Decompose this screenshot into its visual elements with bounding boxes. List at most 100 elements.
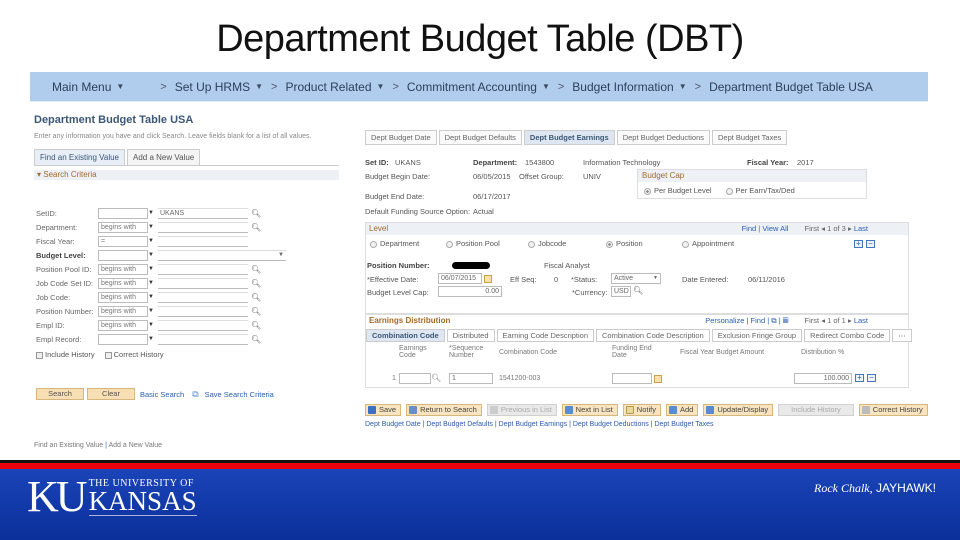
department-input[interactable] [158,221,248,233]
grid-tab-earning-code-description[interactable]: Earning Code Description [496,329,594,342]
tab-dept-budget-defaults[interactable]: Dept Budget Defaults [438,130,522,145]
include-history-checkbox[interactable]: Include History [36,350,95,359]
calendar-icon[interactable] [484,274,492,283]
breadcrumb-commitment-accounting[interactable]: Commitment Accounting ▼ [407,80,550,94]
level-position-radio[interactable]: Position [606,239,643,248]
position-number-operator-select[interactable]: begins with ▼ [98,305,154,317]
lookup-icon[interactable]: 🔍︎ [251,293,261,302]
lookup-icon[interactable]: 🔍︎ [251,321,261,330]
download-grid-icon[interactable]: ▦ [783,316,789,325]
job-code-setid-input[interactable] [158,277,248,289]
breadcrumb-set-up-hrms[interactable]: Set Up HRMS ▼ [175,80,263,94]
correct-history-checkbox[interactable]: Correct History [104,350,164,359]
currency-input[interactable]: USD [611,286,631,297]
level-first-link[interactable]: First [805,224,820,233]
empl-id-operator-select[interactable]: begins with ▼ [98,319,154,331]
level-jobcode-radio[interactable]: Jobcode [528,239,566,248]
previous-in-list-button[interactable]: Previous in List [486,404,557,416]
personalize-link[interactable]: Personalize [705,316,744,325]
budget-level-select[interactable]: ▼ [158,249,286,261]
include-history-button[interactable]: Include History [778,404,854,416]
correct-history-button[interactable]: Correct History [858,404,928,416]
tab-dept-budget-date[interactable]: Dept Budget Date [365,130,437,145]
status-select[interactable]: Active ▼ [611,273,661,284]
lookup-icon[interactable]: 🔍︎ [251,307,261,316]
delete-row-icon[interactable]: − [866,240,875,248]
per-budget-level-radio[interactable]: Per Budget Level [644,186,712,195]
position-pool-input[interactable] [158,263,248,275]
calendar-icon[interactable] [654,374,662,383]
level-appointment-radio[interactable]: Appointment [682,239,734,248]
breadcrumb-product-related[interactable]: Product Related ▼ [285,80,384,94]
lookup-icon[interactable]: 🔍︎ [633,286,643,295]
level-find-link[interactable]: Find [742,224,757,233]
funding-end-date-input[interactable] [612,373,652,384]
tab-dept-budget-taxes[interactable]: Dept Budget Taxes [712,130,788,145]
lookup-icon[interactable]: 🔍︎ [431,373,441,382]
distribution-percent-input[interactable]: 100.000 [794,373,852,384]
earnings-code-input[interactable] [399,373,431,384]
empl-id-input[interactable] [158,319,248,331]
link-dept-budget-defaults[interactable]: Dept Budget Defaults [426,421,493,428]
level-department-radio[interactable]: Department [370,239,419,248]
tab-dept-budget-earnings[interactable]: Dept Budget Earnings [523,130,615,145]
sequence-number-input[interactable]: 1 [449,373,493,384]
update-display-button[interactable]: Update/Display [703,404,774,416]
lookup-icon[interactable]: 🔍︎ [251,209,261,218]
job-code-input[interactable] [158,291,248,303]
earnings-first-link[interactable]: First [805,316,820,325]
position-number-input[interactable] [158,305,248,317]
show-all-columns-icon[interactable]: ⋯ [892,329,912,342]
fiscal-year-input[interactable] [158,235,248,247]
effective-date-input[interactable]: 06/07/2015 [438,273,482,284]
lookup-icon[interactable]: 🔍︎ [251,335,261,344]
department-operator-select[interactable]: begins with ▼ [98,221,154,233]
delete-row-icon[interactable]: − [867,374,876,383]
grid-tab-combination-code[interactable]: Combination Code [366,329,445,342]
setid-input[interactable]: UKANS [158,207,248,219]
previous-arrow-icon[interactable]: ◂ [821,224,825,233]
link-dept-budget-taxes[interactable]: Dept Budget Taxes [654,421,713,428]
next-arrow-icon[interactable]: ▸ [848,224,852,233]
add-button[interactable]: Add [665,404,699,416]
search-button[interactable]: Search [36,388,84,400]
grid-tab-combination-code-description[interactable]: Combination Code Description [596,329,710,342]
grid-tab-redirect-combo-code[interactable]: Redirect Combo Code [804,329,891,342]
link-dept-budget-deductions[interactable]: Dept Budget Deductions [573,421,649,428]
earnings-find-link[interactable]: Find [751,316,766,325]
breadcrumb-main-menu[interactable]: Main Menu ▼ [52,80,124,94]
tab-find-existing-value[interactable]: Find an Existing Value [34,149,126,165]
level-last-link[interactable]: Last [854,224,868,233]
add-row-icon[interactable]: + [855,374,864,383]
save-search-criteria-link[interactable]: Save Search Criteria [205,390,274,399]
add-new-value-link[interactable]: Add a New Value [108,442,162,449]
budget-level-cap-input[interactable]: 0.00 [438,286,502,297]
next-arrow-icon[interactable]: ▸ [848,316,852,325]
lookup-icon[interactable]: 🔍︎ [251,223,261,232]
breadcrumb-budget-information[interactable]: Budget Information ▼ [572,80,686,94]
grid-tab-exclusion-fringe-group[interactable]: Exclusion Fringe Group [711,329,803,342]
view-in-new-window-icon[interactable]: ⧉ [771,316,776,325]
breadcrumb-department-budget-table[interactable]: Department Budget Table USA [709,80,873,94]
empl-record-operator-select[interactable]: ▼ [98,333,154,345]
save-button[interactable]: Save [365,404,402,416]
position-pool-operator-select[interactable]: begins with ▼ [98,263,154,275]
level-view-all-link[interactable]: View All [762,224,788,233]
find-existing-value-link[interactable]: Find an Existing Value [34,442,103,449]
clear-button[interactable]: Clear [87,388,135,400]
budget-level-operator-select[interactable]: ▼ [98,249,154,261]
tab-add-new-value[interactable]: Add a New Value [127,149,201,165]
search-criteria-header[interactable]: ▾ Search Criteria [34,170,339,180]
earnings-last-link[interactable]: Last [854,316,868,325]
lookup-icon[interactable]: 🔍︎ [251,279,261,288]
previous-arrow-icon[interactable]: ◂ [821,316,825,325]
next-in-list-button[interactable]: Next in List [561,404,618,416]
fiscal-year-operator-select[interactable]: = ▼ [98,235,154,247]
job-code-operator-select[interactable]: begins with ▼ [98,291,154,303]
job-code-setid-operator-select[interactable]: begins with ▼ [98,277,154,289]
empl-record-input[interactable] [158,333,248,345]
grid-tab-distributed[interactable]: Distributed [446,329,495,342]
level-position-pool-radio[interactable]: Position Pool [446,239,500,248]
per-earn-tax-ded-radio[interactable]: Per Earn/Tax/Ded [725,186,795,195]
return-to-search-button[interactable]: Return to Search [406,404,482,416]
